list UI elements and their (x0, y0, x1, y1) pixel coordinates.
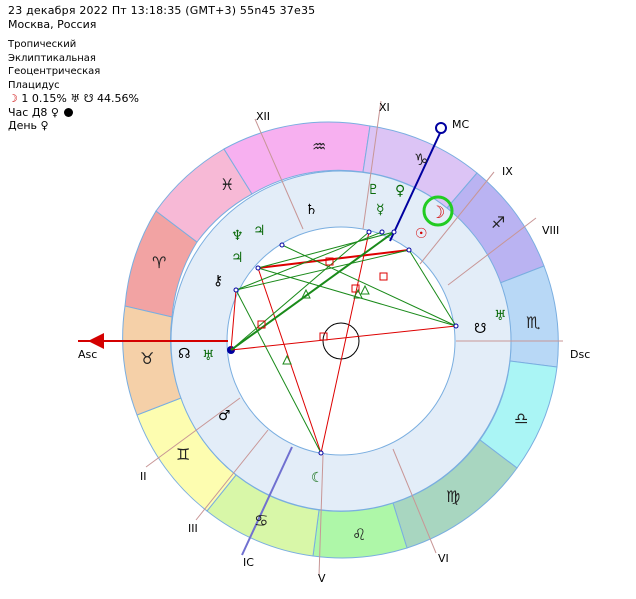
house-label-ii: II (140, 470, 147, 483)
house-label-dsc: Dsc (570, 348, 590, 361)
chiron-icon: ⚷ (213, 273, 223, 289)
mercury-icon: ☿ (376, 202, 385, 218)
asc-arrow (88, 333, 104, 349)
house-label-ix: IX (502, 165, 513, 178)
south-node-icon: ☋ (474, 321, 486, 337)
sun-icon: ☉ (415, 226, 428, 242)
house-label-v: V (318, 572, 326, 585)
house-label-ic: IC (243, 556, 254, 569)
cancer-icon: ♋ (254, 511, 268, 530)
house-label-mc: MC (452, 118, 469, 131)
pisces-icon: ♓ (220, 175, 234, 194)
lilith-icon: ☾ (311, 470, 324, 486)
aquarius-icon: ♒ (312, 137, 326, 156)
taurus-icon: ♉ (140, 349, 154, 368)
north-node-icon: ☊ (178, 346, 190, 362)
aries-icon: ♈ (152, 253, 166, 272)
moon-icon: ☽ (430, 203, 445, 223)
house-label-viii: VIII (542, 224, 559, 237)
mc-marker (435, 122, 447, 134)
house-label-vi: VI (438, 552, 449, 565)
uranus-icon: ♅ (202, 348, 215, 364)
libra-icon: ♎ (514, 409, 528, 428)
scorpio-icon: ♏ (526, 313, 540, 332)
jupiter-icon: ♃ (253, 223, 266, 239)
mercury-rx-icon: ♅ (494, 308, 507, 324)
capricorn-icon: ♑ (414, 150, 428, 169)
gemini-icon: ♊ (176, 445, 190, 464)
venus-icon: ♀ (395, 183, 405, 199)
mars-icon: ♂ (218, 408, 231, 424)
natal-chart-wheel: XII XI IX VIII II III IC V VI MC Asc Dsc… (78, 100, 590, 585)
house-label-iii: III (188, 522, 198, 535)
house-label-xi: XI (379, 101, 390, 114)
sagittarius-icon: ♐ (491, 213, 505, 232)
jupiter-small-icon: ♃ (231, 250, 244, 266)
saturn-icon: ♄ (305, 202, 318, 218)
leo-icon: ♌ (352, 525, 366, 544)
house-label-xii: XII (256, 110, 270, 123)
virgo-icon: ♍ (446, 487, 460, 506)
center-circle (322, 322, 360, 360)
house-label-asc: Asc (78, 348, 97, 361)
pluto-icon: ♇ (367, 182, 380, 198)
neptune-icon: ♆ (231, 228, 244, 244)
